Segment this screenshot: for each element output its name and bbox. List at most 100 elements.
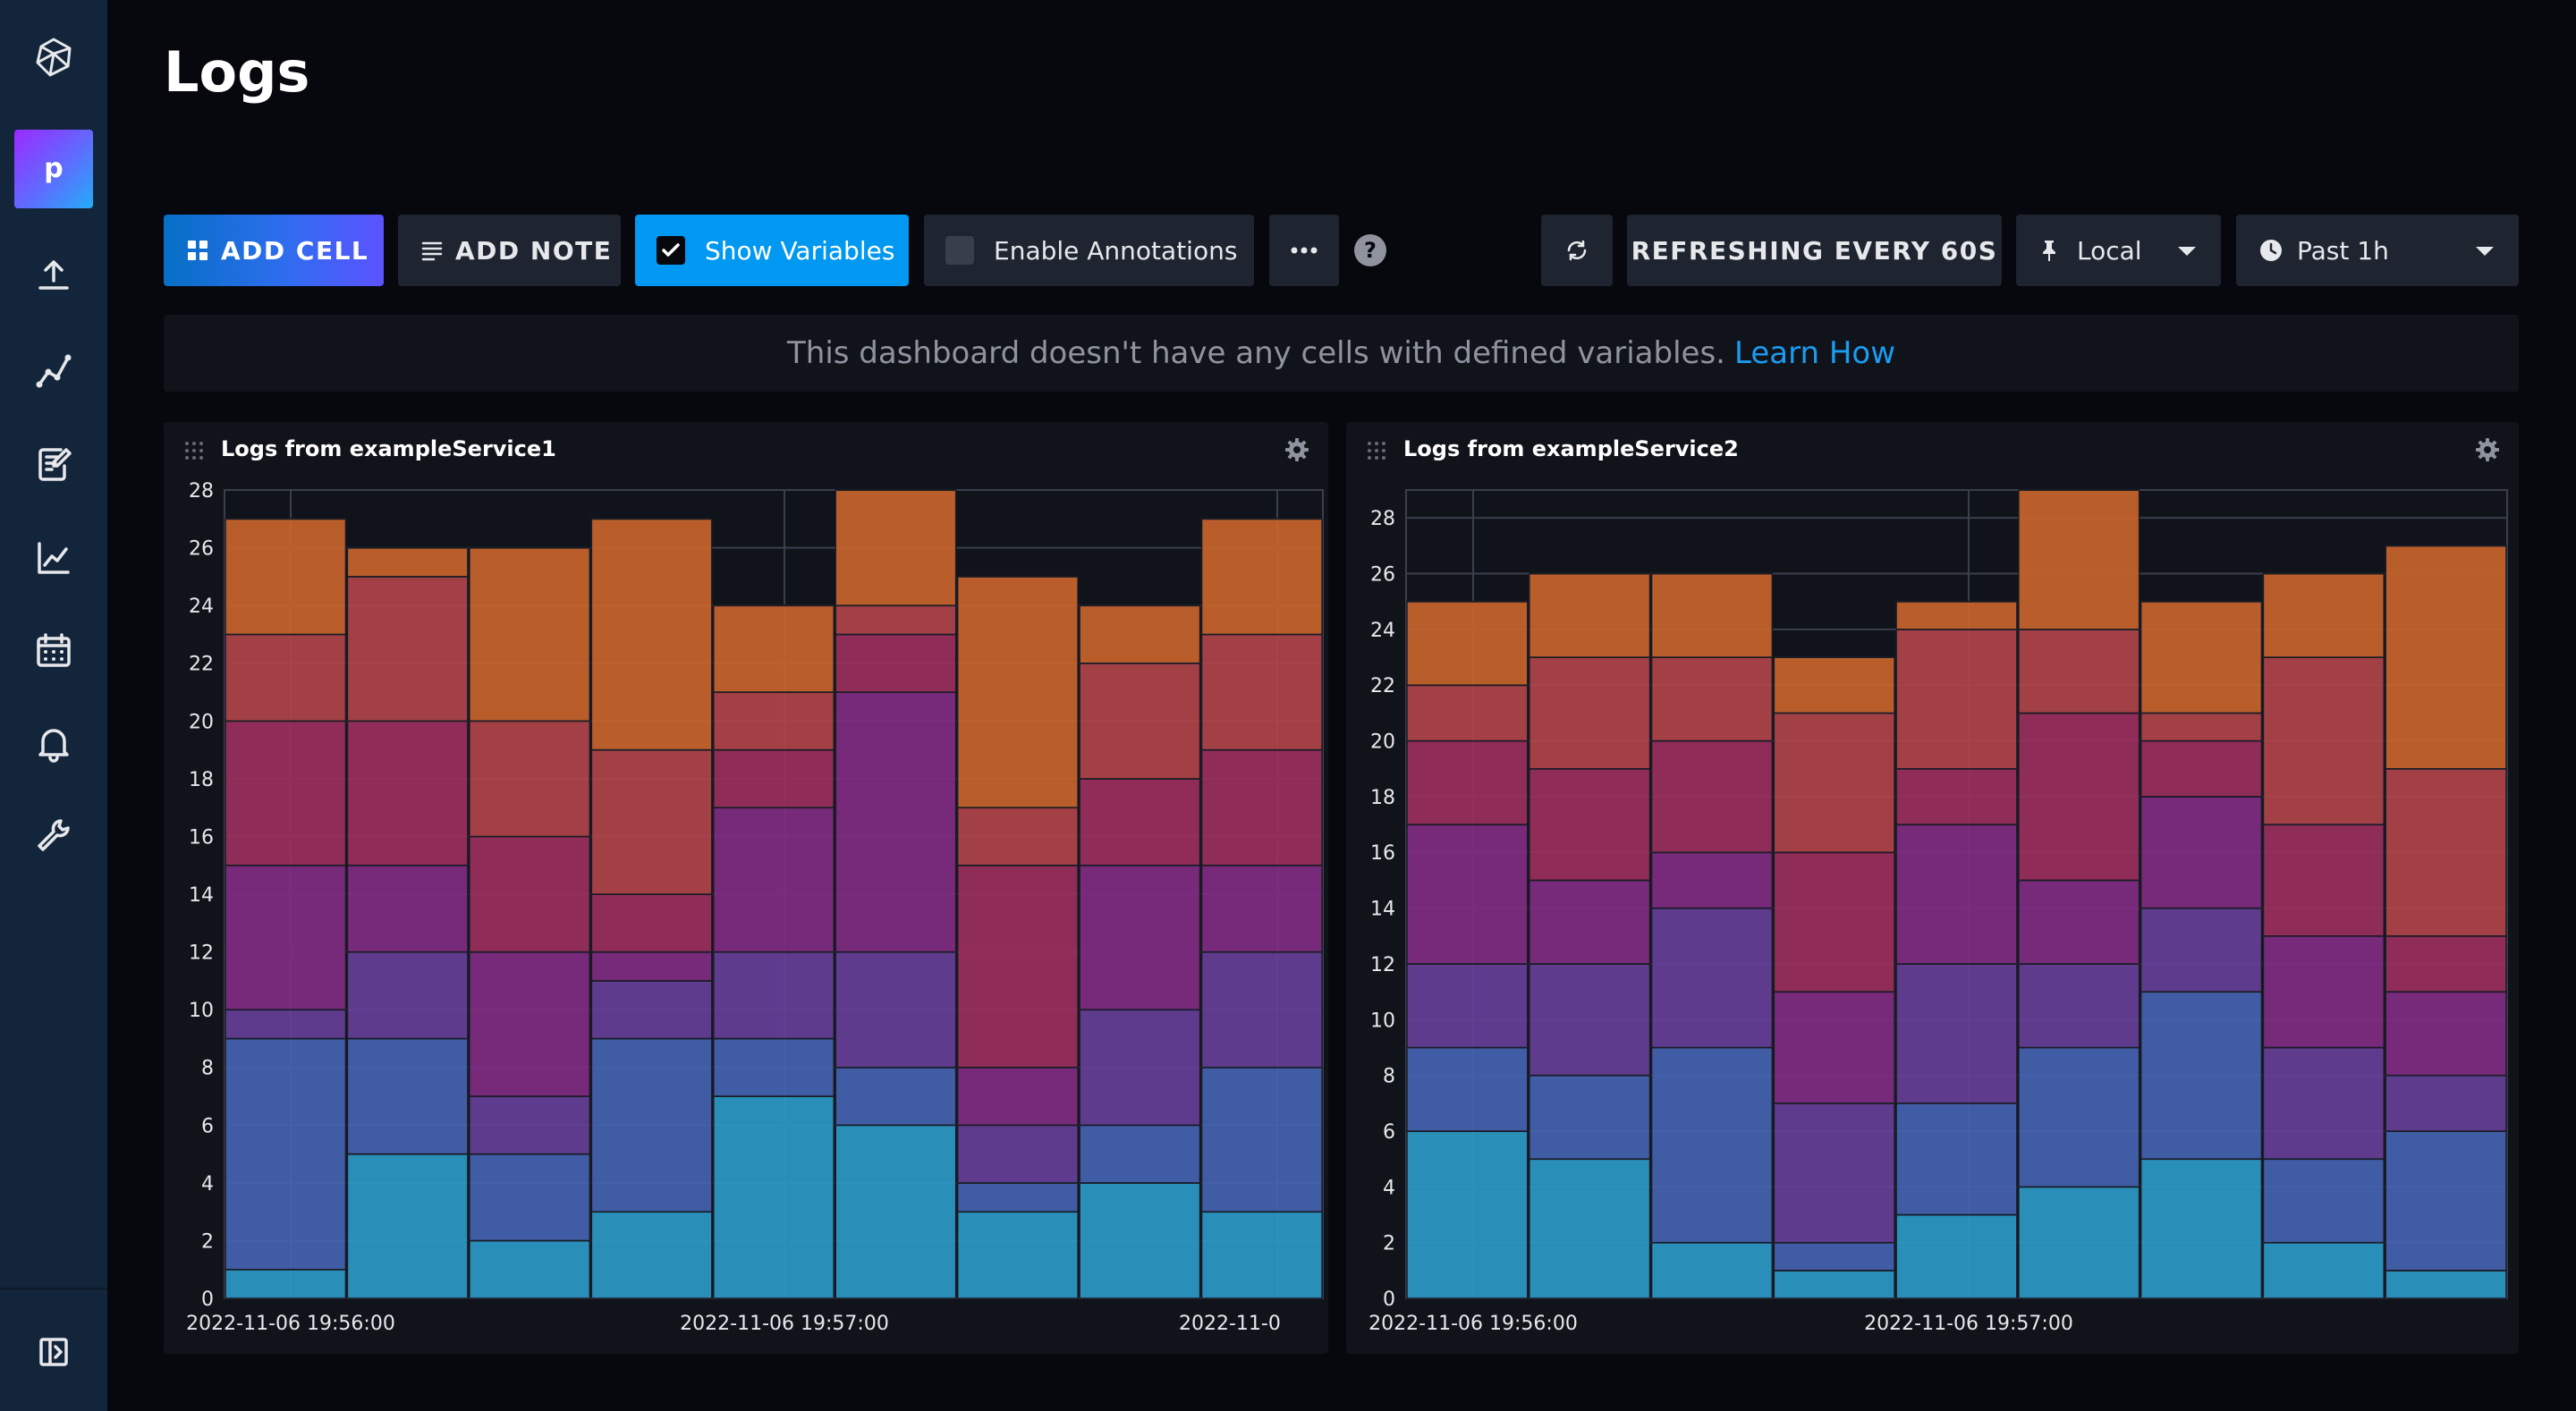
bar-segment[interactable]	[1079, 864, 1201, 1010]
bar-segment[interactable]	[346, 864, 469, 953]
bar-segment[interactable]	[2140, 991, 2263, 1160]
bar-segment[interactable]	[346, 576, 469, 722]
bar-segment[interactable]	[1529, 963, 1651, 1077]
bar-segment[interactable]	[346, 720, 469, 866]
bar-segment[interactable]	[1650, 739, 1774, 853]
bar-segment[interactable]	[469, 835, 591, 953]
bar-segment[interactable]	[2018, 963, 2140, 1049]
bar-segment[interactable]	[2262, 572, 2385, 658]
bar-segment[interactable]	[1895, 629, 2018, 770]
bar-segment[interactable]	[1773, 1241, 1895, 1272]
bar-segment[interactable]	[469, 1095, 591, 1155]
bar-segment[interactable]	[2385, 545, 2507, 770]
bar-segment[interactable]	[713, 951, 835, 1040]
bar-segment[interactable]	[590, 1211, 713, 1299]
bar-segment[interactable]	[2018, 879, 2140, 965]
bar-segment[interactable]	[469, 546, 591, 722]
bar-segment[interactable]	[713, 1095, 835, 1299]
learn-how-link[interactable]: Learn How	[1734, 335, 1895, 371]
bar-segment[interactable]	[956, 1182, 1079, 1212]
bar-segment[interactable]	[590, 951, 713, 982]
bar-segment[interactable]	[1529, 1158, 1651, 1299]
bar-segment[interactable]	[956, 864, 1079, 1069]
bar-segment[interactable]	[1773, 1103, 1895, 1244]
bar-segment[interactable]	[1079, 662, 1201, 780]
bar-segment[interactable]	[469, 951, 591, 1097]
bar-segment[interactable]	[1773, 656, 1895, 714]
add-cell-button[interactable]: ADD CELL	[164, 215, 384, 286]
bar-segment[interactable]	[1079, 1009, 1201, 1127]
bar-segment[interactable]	[590, 980, 713, 1040]
bar-segment[interactable]	[1529, 1074, 1651, 1160]
bar-segment[interactable]	[1895, 963, 2018, 1104]
more-options-button[interactable]	[1269, 215, 1339, 286]
bar-segment[interactable]	[1200, 748, 1323, 866]
enable-annotations-toggle[interactable]: Enable Annotations	[924, 215, 1254, 286]
bar-segment[interactable]	[225, 1268, 347, 1299]
bar-segment[interactable]	[713, 807, 835, 953]
bar-segment[interactable]	[956, 1211, 1079, 1299]
bar-segment[interactable]	[1529, 656, 1651, 770]
bar-segment[interactable]	[2018, 1186, 2140, 1299]
bar-segment[interactable]	[346, 1037, 469, 1155]
bar-segment[interactable]	[835, 951, 957, 1069]
bar-segment[interactable]	[2262, 656, 2385, 825]
bar-segment[interactable]	[225, 518, 347, 636]
bar-segment[interactable]	[225, 1009, 347, 1040]
timezone-dropdown[interactable]: Local	[2016, 215, 2221, 286]
time-range-dropdown[interactable]: Past 1h	[2236, 215, 2519, 286]
bar-segment[interactable]	[1529, 767, 1651, 882]
bar-segment[interactable]	[1895, 1213, 2018, 1299]
bar-segment[interactable]	[1650, 572, 1774, 658]
bar-segment[interactable]	[2140, 712, 2263, 742]
bar-segment[interactable]	[1895, 600, 2018, 630]
show-variables-checkbox[interactable]	[657, 236, 685, 265]
settings-wrench-icon[interactable]	[32, 814, 75, 857]
enable-annotations-checkbox[interactable]	[945, 236, 974, 265]
bar-segment[interactable]	[2385, 935, 2507, 993]
bar-segment[interactable]	[1406, 824, 1529, 965]
bar-segment[interactable]	[1079, 778, 1201, 866]
bar-segment[interactable]	[2262, 1046, 2385, 1160]
bar-segment[interactable]	[225, 633, 347, 722]
bar-segment[interactable]	[1406, 1046, 1529, 1132]
bar-segment[interactable]	[1895, 1103, 2018, 1216]
bar-segment[interactable]	[956, 807, 1079, 866]
bar-segment[interactable]	[1529, 572, 1651, 658]
bar-segment[interactable]	[225, 864, 347, 1010]
bar-segment[interactable]	[2262, 935, 2385, 1049]
bar-segment[interactable]	[2140, 739, 2263, 798]
dashboards-icon[interactable]	[32, 537, 75, 579]
bar-segment[interactable]	[1650, 1241, 1774, 1299]
bar-segment[interactable]	[1406, 963, 1529, 1049]
bar-segment[interactable]	[1200, 951, 1323, 1069]
bar-segment[interactable]	[1079, 1124, 1201, 1184]
bar-segment[interactable]	[2262, 824, 2385, 937]
bar-segment[interactable]	[2385, 1270, 2507, 1299]
bar-segment[interactable]	[346, 546, 469, 578]
bar-segment[interactable]	[1529, 879, 1651, 965]
bar-segment[interactable]	[1406, 684, 1529, 742]
bar-segment[interactable]	[346, 1153, 469, 1299]
bar-segment[interactable]	[1895, 767, 2018, 825]
bar-segment[interactable]	[2018, 629, 2140, 714]
auto-refresh-dropdown[interactable]: REFRESHING EVERY 60S	[1627, 215, 2002, 286]
bar-segment[interactable]	[835, 1124, 957, 1299]
bar-segment[interactable]	[1773, 851, 1895, 993]
bar-segment[interactable]	[2140, 796, 2263, 909]
bar-segment[interactable]	[1773, 991, 1895, 1104]
stacked-bar-chart[interactable]: 02468101214161820222426282022-11-06 19:5…	[1346, 422, 2519, 1354]
bar-segment[interactable]	[1200, 864, 1323, 953]
bar-segment[interactable]	[1200, 518, 1323, 636]
bar-segment[interactable]	[2018, 1046, 2140, 1188]
bar-segment[interactable]	[2385, 1130, 2507, 1272]
bar-segment[interactable]	[225, 720, 347, 866]
add-note-button[interactable]: ADD NOTE	[398, 215, 621, 286]
bar-segment[interactable]	[1895, 824, 2018, 965]
bar-segment[interactable]	[469, 1153, 591, 1242]
bar-segment[interactable]	[956, 576, 1079, 808]
bar-segment[interactable]	[1773, 1270, 1895, 1299]
bar-segment[interactable]	[956, 1124, 1079, 1184]
bar-segment[interactable]	[1200, 633, 1323, 751]
bar-segment[interactable]	[713, 748, 835, 808]
